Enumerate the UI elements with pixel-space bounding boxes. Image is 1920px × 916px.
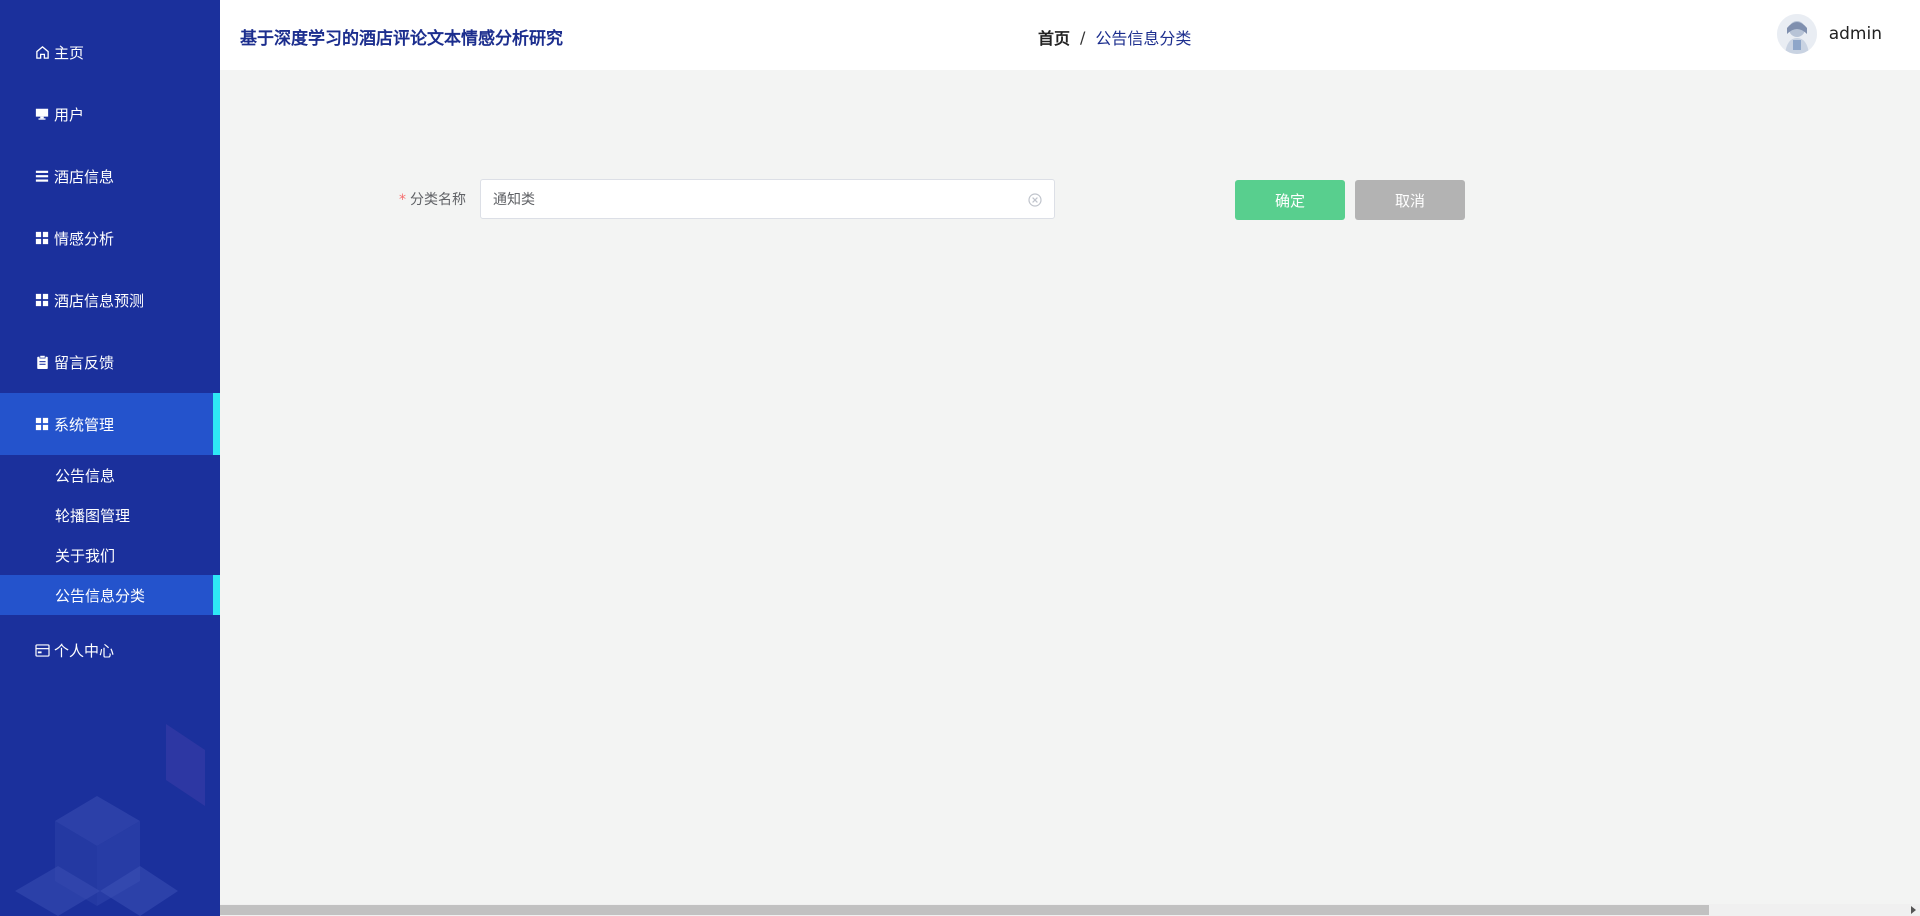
breadcrumb-current: 公告信息分类 xyxy=(1095,29,1192,48)
submenu-item-carousel[interactable]: 轮播图管理 xyxy=(0,495,220,535)
sidebar-item-hotel-info[interactable]: 酒店信息 xyxy=(0,145,220,207)
submenu-item-label: 关于我们 xyxy=(55,546,116,565)
required-mark: * xyxy=(399,192,406,208)
category-name-field[interactable] xyxy=(480,179,1055,219)
sidebar: 主页 用户 酒店信息 情感分析 酒店信息预测 留言反馈 系统管理 公告信息 轮播… xyxy=(0,0,220,916)
sidebar-item-label: 酒店信息预测 xyxy=(54,291,145,310)
grid-icon xyxy=(34,416,50,432)
breadcrumb: 首页 / 公告信息分类 xyxy=(1038,25,1191,49)
submenu-item-about[interactable]: 关于我们 xyxy=(0,535,220,575)
submenu-item-notice[interactable]: 公告信息 xyxy=(0,455,220,495)
sidebar-submenu: 公告信息 轮播图管理 关于我们 公告信息分类 xyxy=(0,455,220,615)
grid-icon xyxy=(34,230,50,246)
card-icon xyxy=(34,642,50,658)
category-name-input[interactable] xyxy=(493,191,1028,207)
user-menu[interactable]: admin xyxy=(1776,14,1882,54)
sidebar-item-feedback[interactable]: 留言反馈 xyxy=(0,331,220,393)
sidebar-item-profile[interactable]: 个人中心 xyxy=(0,619,220,681)
clear-icon[interactable] xyxy=(1028,192,1042,207)
horizontal-scrollbar[interactable] xyxy=(220,904,1920,916)
cancel-button[interactable]: 取消 xyxy=(1355,180,1465,220)
sidebar-item-label: 主页 xyxy=(54,43,85,62)
sidebar-item-label: 个人中心 xyxy=(54,641,115,660)
sidebar-decoration xyxy=(15,724,205,916)
submenu-item-notice-category[interactable]: 公告信息分类 xyxy=(0,575,220,615)
confirm-button[interactable]: 确定 xyxy=(1235,180,1345,220)
submenu-item-label: 公告信息 xyxy=(55,466,116,485)
category-name-label: * 分类名称 xyxy=(399,189,466,209)
category-name-label-text: 分类名称 xyxy=(410,192,466,208)
app-title: 基于深度学习的酒店评论文本情感分析研究 xyxy=(240,29,563,49)
scroll-right-arrow-icon[interactable] xyxy=(1911,906,1916,914)
breadcrumb-home[interactable]: 首页 xyxy=(1038,25,1070,49)
breadcrumb-separator: / xyxy=(1080,27,1086,47)
submenu-item-label: 轮播图管理 xyxy=(55,506,131,525)
list-icon xyxy=(34,168,50,184)
submenu-list: 公告信息 轮播图管理 关于我们 公告信息分类 xyxy=(0,455,220,615)
sidebar-item-label: 系统管理 xyxy=(54,415,115,434)
sidebar-item-label: 情感分析 xyxy=(54,229,115,248)
sidebar-item-label: 酒店信息 xyxy=(54,167,115,186)
sidebar-item-label: 用户 xyxy=(54,105,85,124)
monitor-icon xyxy=(34,106,50,122)
sidebar-item-home[interactable]: 主页 xyxy=(0,21,220,83)
sidebar-item-label: 留言反馈 xyxy=(54,353,115,372)
submenu-item-label: 公告信息分类 xyxy=(55,586,146,605)
username: admin xyxy=(1828,24,1882,44)
scrollbar-thumb[interactable] xyxy=(220,905,1709,915)
sidebar-item-hotel-predict[interactable]: 酒店信息预测 xyxy=(0,269,220,331)
sidebar-item-sentiment[interactable]: 情感分析 xyxy=(0,207,220,269)
home-icon xyxy=(34,44,50,60)
sidebar-menu: 主页 用户 酒店信息 情感分析 酒店信息预测 留言反馈 系统管理 公告信息 轮播… xyxy=(0,0,220,681)
sidebar-item-system[interactable]: 系统管理 xyxy=(0,393,220,455)
grid-icon xyxy=(34,292,50,308)
top-header: 基于深度学习的酒店评论文本情感分析研究 首页 / 公告信息分类 admin xyxy=(220,0,1920,70)
clipboard-icon xyxy=(34,354,50,370)
avatar[interactable] xyxy=(1776,14,1817,54)
sidebar-item-users[interactable]: 用户 xyxy=(0,83,220,145)
